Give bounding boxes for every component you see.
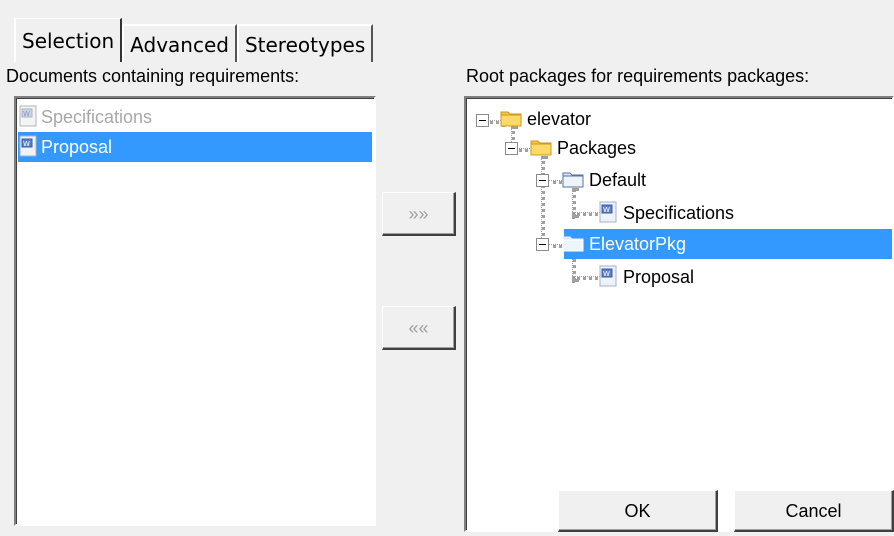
- ok-button-label: OK: [624, 501, 651, 521]
- cancel-button-label: Cancel: [785, 501, 842, 521]
- document-icon: W: [19, 135, 37, 157]
- ok-button[interactable]: OK: [558, 490, 718, 532]
- tree-node-packages[interactable]: Packages: [530, 133, 638, 163]
- tree-node-label: Packages: [557, 138, 637, 158]
- document-icon: W: [599, 265, 617, 287]
- tab-strip: Selection Advanced Stereotypes: [14, 18, 374, 62]
- tree-node-default[interactable]: Default: [562, 165, 648, 195]
- remove-button[interactable]: ««: [382, 306, 456, 350]
- list-item[interactable]: W Proposal: [18, 132, 372, 162]
- collapse-toggle-icon[interactable]: [536, 174, 549, 187]
- list-item-label: Proposal: [41, 137, 113, 157]
- tree-node-label: Specifications: [623, 203, 735, 223]
- packages-tree[interactable]: elevator Packages Default W Specificatio…: [464, 96, 894, 532]
- collapse-toggle-icon[interactable]: [476, 114, 489, 127]
- svg-text:W: W: [603, 270, 610, 278]
- document-icon: W: [599, 201, 617, 223]
- package-folder-icon: [562, 236, 584, 252]
- tree-node-label: Default: [589, 170, 647, 190]
- tree-node-elevator[interactable]: elevator: [500, 104, 593, 134]
- tree-node-label: ElevatorPkg: [587, 234, 689, 254]
- collapse-toggle-icon[interactable]: [505, 142, 518, 155]
- documents-label: Documents containing requirements:: [6, 66, 300, 86]
- tree-node-proposal[interactable]: W Proposal: [598, 262, 696, 292]
- package-folder-icon: [562, 172, 584, 188]
- list-item[interactable]: W Specifications: [18, 102, 372, 132]
- tab-stereotypes[interactable]: Stereotypes: [236, 24, 374, 62]
- double-chevron-left-icon: ««: [408, 318, 429, 338]
- double-chevron-right-icon: »»: [408, 204, 429, 224]
- root-packages-label: Root packages for requirements packages:: [466, 66, 810, 86]
- document-icon: W: [19, 105, 37, 127]
- tree-node-specifications[interactable]: W Specifications: [598, 198, 736, 228]
- list-item-label: Specifications: [41, 107, 153, 127]
- tab-selection[interactable]: Selection: [14, 18, 123, 62]
- svg-text:W: W: [23, 140, 30, 148]
- svg-text:W: W: [603, 206, 610, 214]
- folder-icon: [500, 111, 522, 127]
- collapse-toggle-icon[interactable]: [536, 238, 549, 251]
- tree-node-label: Proposal: [623, 267, 695, 287]
- documents-listbox[interactable]: W Specifications W Proposal: [14, 96, 376, 526]
- tree-connector: [541, 156, 545, 248]
- svg-text:W: W: [23, 110, 30, 118]
- folder-icon: [530, 140, 552, 156]
- add-button[interactable]: »»: [382, 192, 456, 236]
- tab-advanced[interactable]: Advanced: [122, 24, 237, 62]
- cancel-button[interactable]: Cancel: [734, 490, 894, 532]
- tree-node-label: elevator: [527, 109, 592, 129]
- tree-node-elevatorpkg[interactable]: ElevatorPkg: [562, 229, 689, 259]
